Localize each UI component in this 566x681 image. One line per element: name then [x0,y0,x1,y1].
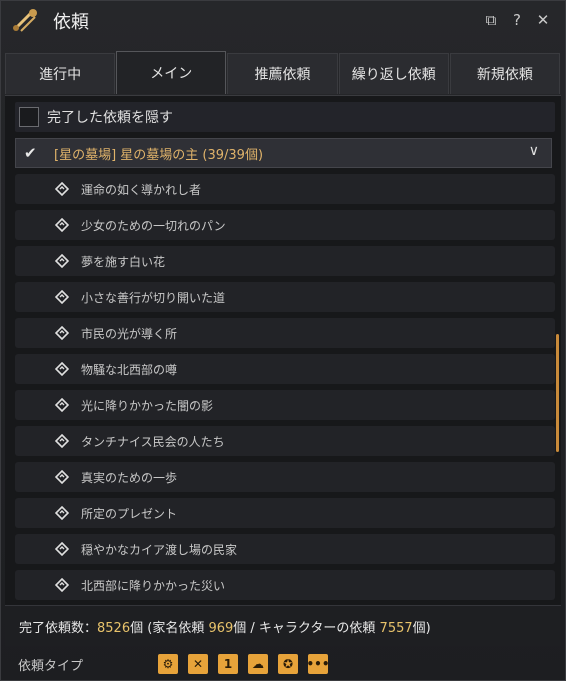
quest-diamond-icon [55,398,69,412]
quest-title: 北西部に降りかかった災い [81,578,226,593]
window-controls: ⧉ ? ✕ [483,11,551,29]
quest-diamond-icon [55,506,69,520]
quest-title: 所定のプレゼント [81,506,178,521]
one-icon[interactable]: 1 [218,654,238,674]
list-item[interactable]: 所定のプレゼント [15,498,555,528]
swords-icon[interactable]: ✕ [188,654,208,674]
list-item[interactable]: 穏やかなカイア渡し場の民家 [15,534,555,564]
quest-diamond-icon [55,254,69,268]
completion-summary: 完了依頼数：8526個 (家名依頼 969個 / キャラクターの依頼 7557個… [5,605,561,646]
total-count: 8526 [97,620,131,636]
quest-title: タンチナイス民会の人たち [81,434,225,449]
chevron-down-icon[interactable]: ∨ [529,143,539,159]
hide-completed-checkbox[interactable] [19,107,39,127]
quest-diamond-icon [55,542,69,556]
tab-recommended[interactable]: 推薦依頼 [227,53,338,94]
check-icon: ✔ [24,144,37,162]
tab-main[interactable]: メイン [116,51,227,94]
tab-new[interactable]: 新規依頼 [449,53,561,94]
quest-diamond-icon [55,290,69,304]
quest-title: 光に降りかかった闇の影 [81,398,214,413]
hide-completed-label: 完了した依頼を隠す [47,110,173,126]
scroll-icon [13,9,37,32]
quest-title: 小さな善行が切り開いた道 [81,290,226,305]
quest-title: 穏やかなカイア渡し場の民家 [81,542,238,557]
quest-title: 真実のための一歩 [81,470,178,485]
quest-title: 少女のための一切れのパン [81,218,226,233]
summary-unit-2: 個 / キャラクターの依頼 [233,620,380,636]
list-item[interactable]: 小さな善行が切り開いた道 [15,282,555,312]
list-item[interactable]: 北西部に降りかかった災い [15,570,555,600]
restore-icon[interactable]: ⧉ [483,11,499,29]
quest-panel: 完了した依頼を隠す ✔ [星の墓場] 星の墓場の主 (39/39個) ∨ 運命の… [5,95,561,606]
quest-window: 依頼 ⧉ ? ✕ 進行中 メイン 推薦依頼 繰り返し依頼 新規依頼 完了した依頼… [0,0,566,681]
quest-diamond-icon [55,218,69,232]
quest-diamond-icon [55,182,69,196]
more-icon[interactable]: ••• [307,654,330,674]
quest-list: 運命の如く導かれし者 少女のための一切れのパン 夢を施す白い花 小さな善行が切り… [15,174,555,606]
list-item[interactable]: 運命の如く導かれし者 [15,174,555,204]
window-title: 依頼 [53,12,89,33]
character-count: 7557 [379,620,413,636]
list-item[interactable]: 物騒な北西部の噂 [15,354,555,384]
group-label: [星の墓場] 星の墓場の主 (39/39個) [54,147,264,163]
family-count: 969 [208,620,234,636]
quest-title: 市民の光が導く所 [81,326,178,341]
close-icon[interactable]: ✕ [535,11,551,29]
title-bar[interactable]: 依頼 ⧉ ? ✕ [1,1,565,41]
quest-group-header[interactable]: ✔ [星の墓場] 星の墓場の主 (39/39個) ∨ [15,138,552,168]
summary-text: 完了依頼数：8526個 (家名依頼 969個 / キャラクターの依頼 7557個… [19,617,431,636]
quest-title: 夢を施す白い花 [81,254,166,269]
list-item[interactable]: 光に降りかかった闇の影 [15,390,555,420]
quest-diamond-icon [55,362,69,376]
quest-diamond-icon [55,434,69,448]
combat-icon[interactable]: ⚙ [158,654,178,674]
tab-bar: 進行中 メイン 推薦依頼 繰り返し依頼 新規依頼 [5,51,561,95]
quest-type-bar: 依頼タイプ ⚙ ✕ 1 ☁ ✪ ••• [5,649,561,679]
list-item[interactable]: 夢を施す白い花 [15,246,555,276]
quest-diamond-icon [55,326,69,340]
help-icon[interactable]: ? [509,11,525,29]
summary-unit-1: 個 (家名依頼 [130,620,209,636]
scrollbar-thumb[interactable] [556,334,559,452]
chat-icon[interactable]: ☁ [248,654,268,674]
list-item[interactable]: 市民の光が導く所 [15,318,555,348]
tab-repeatable[interactable]: 繰り返し依頼 [338,53,449,94]
quest-title: 運命の如く導かれし者 [81,182,202,197]
list-item[interactable]: タンチナイス民会の人たち [15,426,555,456]
quest-title: 物騒な北西部の噂 [81,362,178,377]
quest-type-label: 依頼タイプ [18,658,84,674]
tab-in-progress[interactable]: 進行中 [5,53,116,94]
summary-unit-3: 個) [412,620,431,636]
wheel-icon[interactable]: ✪ [278,654,298,674]
quest-diamond-icon [55,578,69,592]
list-item[interactable]: 少女のための一切れのパン [15,210,555,240]
summary-prefix: 完了依頼数： [19,620,98,636]
hide-completed-row[interactable]: 完了した依頼を隠す [15,102,555,132]
quest-diamond-icon [55,470,69,484]
list-item[interactable]: 真実のための一歩 [15,462,555,492]
